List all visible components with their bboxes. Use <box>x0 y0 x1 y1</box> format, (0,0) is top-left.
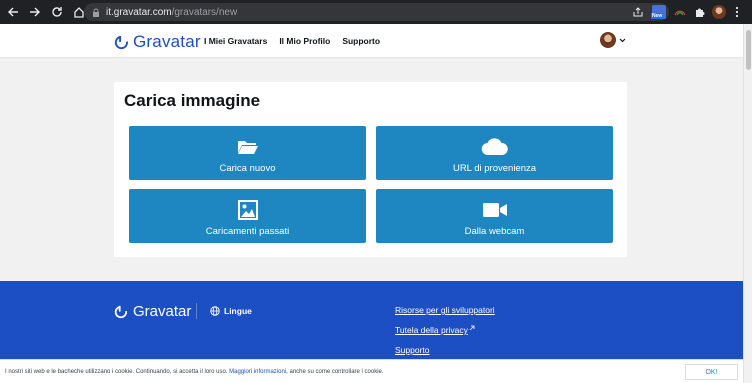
nav-support[interactable]: Supporto <box>342 36 380 46</box>
external-link-icon <box>469 325 475 331</box>
new-badge: New <box>651 13 664 19</box>
tile-label: Carica nuovo <box>219 163 276 174</box>
footer-logo-text: Gravatar <box>133 303 192 320</box>
logo-text: Gravatar <box>133 32 201 51</box>
footer-logo[interactable]: Gravatar <box>114 303 191 320</box>
chevron-down-icon <box>619 38 626 42</box>
profile-avatar-icon[interactable] <box>712 3 726 21</box>
share-icon[interactable] <box>633 7 643 17</box>
nav-my-profile[interactable]: Il Mio Profilo <box>279 36 330 46</box>
nav-my-gravatars[interactable]: I Miei Gravatars <box>204 36 267 46</box>
cookie-ok-button[interactable]: OK! <box>685 364 738 380</box>
language-label: Lingue <box>224 306 252 316</box>
upload-new-button[interactable]: Carica nuovo <box>129 126 366 180</box>
cookie-text-before: I nostri siti web e le bacheche utilizza… <box>5 369 230 375</box>
upload-card: Carica immagine Carica nuovo URL di prov… <box>114 82 627 257</box>
past-uploads-button[interactable]: Caricamenti passati <box>129 189 366 243</box>
footer-link-support[interactable]: Supporto <box>395 345 495 355</box>
kebab-menu-icon[interactable] <box>735 3 739 21</box>
tile-label: Caricamenti passati <box>205 226 290 237</box>
page-scrollbar[interactable] <box>743 24 752 383</box>
language-selector[interactable]: Lingue <box>210 306 252 316</box>
puzzle-extensions-icon[interactable] <box>694 3 705 21</box>
footer-divider <box>196 303 197 319</box>
main-nav: I Miei Gravatars Il Mio Profilo Supporto <box>204 36 380 46</box>
url-source-button[interactable]: URL di provenienza <box>376 126 613 180</box>
scrollbar-thumb[interactable] <box>746 30 751 70</box>
tile-label: Dalla webcam <box>464 226 525 237</box>
extension-new[interactable]: New <box>651 3 666 21</box>
cookie-text-after: , anche su come controllare i cookie. <box>286 369 384 375</box>
webcam-button[interactable]: Dalla webcam <box>376 189 613 243</box>
video-camera-icon <box>482 200 508 220</box>
globe-icon <box>210 306 220 316</box>
browser-toolbar: it.gravatar.com/gravatars/new New <box>0 0 752 24</box>
gravatar-power-icon <box>114 35 128 49</box>
user-menu[interactable] <box>600 32 626 48</box>
footer-link-developers[interactable]: Risorse per gli sviluppatori <box>395 305 495 315</box>
cloud-icon <box>481 137 509 157</box>
reload-icon[interactable] <box>46 0 68 24</box>
extension-icon: New <box>651 5 666 19</box>
avatar <box>600 32 616 48</box>
lock-icon <box>93 8 99 17</box>
cookie-banner: I nostri siti web e le bacheche utilizza… <box>0 359 743 383</box>
site-header: Gravatar I Miei Gravatars Il Mio Profilo… <box>0 24 752 58</box>
forward-arrow-icon[interactable] <box>24 0 46 24</box>
extension-rainbow-icon[interactable] <box>674 3 686 21</box>
footer-links: Risorse per gli sviluppatori Tutela dell… <box>395 305 495 355</box>
footer-link-privacy[interactable]: Tutela della privacy <box>395 325 468 335</box>
url-path: /gravatars/new <box>171 6 238 18</box>
page-title: Carica immagine <box>124 91 261 110</box>
folder-open-icon <box>237 137 259 157</box>
image-icon <box>237 200 258 220</box>
cookie-more-info-link[interactable]: Maggiori informazioni <box>229 369 286 375</box>
back-arrow-icon[interactable] <box>2 0 24 24</box>
tile-label: URL di provenienza <box>452 163 537 174</box>
gravatar-power-icon <box>114 305 127 318</box>
url-host: it.gravatar.com <box>106 6 172 18</box>
address-bar[interactable]: it.gravatar.com/gravatars/new <box>84 3 669 21</box>
cookie-message: I nostri siti web e le bacheche utilizza… <box>5 369 384 375</box>
gravatar-logo[interactable]: Gravatar <box>114 32 201 52</box>
